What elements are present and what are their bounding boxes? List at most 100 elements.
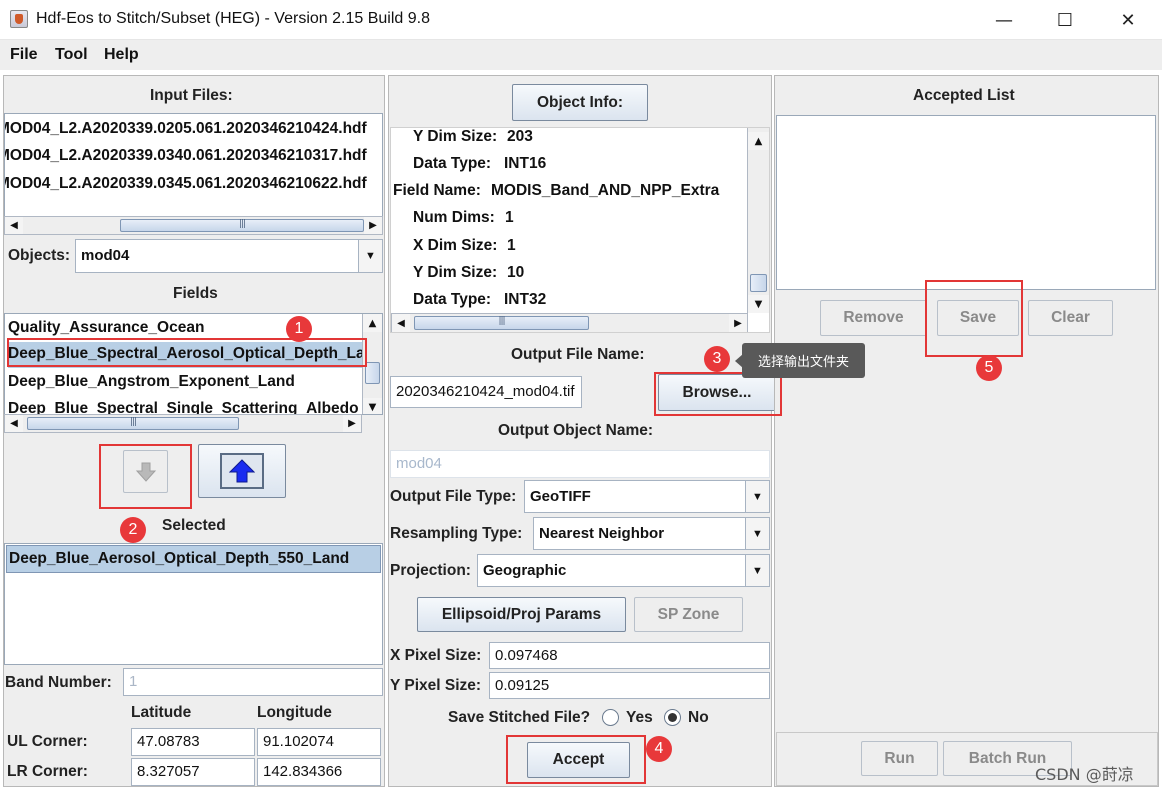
minimize-button[interactable]: — [976, 0, 1032, 40]
info-data-type2-value: INT32 [504, 291, 547, 308]
remove-button[interactable]: Remove [820, 300, 927, 336]
info-x-dim-value: 1 [507, 237, 516, 254]
clear-button[interactable]: Clear [1028, 300, 1113, 336]
objects-value: mod04 [81, 247, 130, 264]
info-data-type2-label: Data Type: [413, 291, 492, 308]
scroll-left-icon[interactable]: ◀ [5, 217, 23, 234]
output-file-name-field[interactable]: 2020346210424_mod04.tif [390, 376, 582, 408]
projection-combobox[interactable]: Geographic ▼ [477, 554, 770, 587]
close-button[interactable]: ✕ [1100, 0, 1156, 40]
objects-combobox[interactable]: mod04 ▼ [75, 239, 383, 273]
ul-latitude-field[interactable]: 47.08783 [131, 728, 255, 756]
scroll-up-icon[interactable]: ▲ [363, 314, 382, 332]
list-item[interactable]: MOD04_L2.A2020339.0205.061.2020346210424… [5, 120, 367, 138]
browse-tooltip: 选择输出文件夹 [742, 343, 865, 378]
chevron-down-icon[interactable]: ▼ [745, 518, 769, 549]
annotation-box-3 [654, 372, 782, 416]
object-info-button[interactable]: Object Info: [512, 84, 648, 121]
band-number-label: Band Number: [5, 674, 112, 691]
accepted-list-label: Accepted List [913, 87, 1015, 104]
watermark: CSDN @莳凉 [1035, 765, 1134, 784]
scroll-thumb[interactable] [120, 219, 364, 232]
info-num-dims-value: 1 [505, 209, 514, 226]
band-number-field[interactable]: 1 [123, 668, 383, 696]
input-files-label: Input Files: [150, 87, 233, 104]
input-files-hscrollbar[interactable]: ◀ ▶ [4, 216, 383, 235]
chevron-down-icon[interactable]: ▼ [745, 555, 769, 586]
annotation-number-3: 3 [704, 346, 730, 372]
y-pixel-size-field[interactable]: 0.09125 [489, 672, 770, 699]
annotation-number-4: 4 [646, 736, 672, 762]
latitude-label: Latitude [131, 704, 192, 721]
annotation-number-2: 2 [120, 517, 146, 543]
list-item-selected[interactable]: Deep_Blue_Aerosol_Optical_Depth_550_Land [6, 545, 381, 573]
lr-corner-label: LR Corner: [7, 763, 88, 780]
output-file-name-label: Output File Name: [511, 346, 645, 363]
info-field-name-value: MODIS_Band_AND_NPP_Extra [491, 182, 720, 199]
annotation-box-5 [925, 280, 1023, 357]
fields-hscrollbar[interactable]: ◀ ▶ [4, 414, 362, 433]
selected-label: Selected [162, 517, 226, 534]
objects-label: Objects: [8, 247, 71, 264]
y-pixel-size-label: Y Pixel Size: [390, 677, 482, 694]
scroll-down-icon[interactable]: ▼ [748, 295, 769, 313]
run-button[interactable]: Run [861, 741, 938, 776]
java-app-icon [10, 10, 28, 28]
move-up-button[interactable] [198, 444, 286, 498]
input-files-list[interactable]: MOD04_L2.A2020339.0205.061.2020346210424… [4, 113, 383, 217]
accepted-list[interactable] [776, 115, 1156, 290]
x-pixel-size-field[interactable]: 0.097468 [489, 642, 770, 669]
sp-zone-button[interactable]: SP Zone [634, 597, 743, 632]
resampling-type-value: Nearest Neighbor [539, 525, 665, 542]
lr-latitude-field[interactable]: 8.327057 [131, 758, 255, 786]
chevron-down-icon[interactable]: ▼ [745, 481, 769, 512]
list-item[interactable]: MOD04_L2.A2020339.0345.061.2020346210622… [5, 175, 367, 193]
menu-help[interactable]: Help [104, 46, 139, 64]
scroll-right-icon[interactable]: ▶ [729, 314, 747, 332]
info-num-dims-label: Num Dims: [413, 209, 495, 226]
list-item[interactable]: Deep_Blue_Angstrom_Exponent_Land [8, 373, 363, 391]
window-title: Hdf-Eos to Stitch/Subset (HEG) - Version… [36, 10, 430, 27]
scroll-up-icon[interactable]: ▲ [748, 132, 769, 150]
scroll-down-icon[interactable]: ▼ [363, 398, 382, 414]
scroll-thumb[interactable] [414, 316, 589, 330]
output-file-type-combobox[interactable]: GeoTIFF ▼ [524, 480, 770, 513]
ellipsoid-proj-params-button[interactable]: Ellipsoid/Proj Params [417, 597, 626, 632]
move-up-inner [220, 453, 264, 489]
info-field-name-label: Field Name: [393, 182, 481, 199]
radio-dot [668, 713, 677, 722]
scroll-thumb[interactable] [27, 417, 239, 430]
output-file-type-value: GeoTIFF [530, 488, 591, 505]
no-radio-selected[interactable] [664, 709, 681, 726]
title-bar: Hdf-Eos to Stitch/Subset (HEG) - Version… [0, 0, 1162, 40]
scroll-thumb[interactable] [750, 274, 767, 292]
annotation-box-2 [99, 444, 192, 509]
info-y-dim2-value: 10 [507, 264, 525, 281]
object-info-textarea[interactable]: Y Dim Size: 203 Data Type: INT16 Field N… [390, 127, 770, 333]
scroll-thumb[interactable] [365, 362, 380, 384]
yes-radio[interactable] [602, 709, 619, 726]
scroll-right-icon[interactable]: ▶ [364, 217, 382, 234]
object-info-vscrollbar[interactable]: ▲ ▼ [747, 128, 769, 313]
yes-label: Yes [626, 709, 653, 726]
menu-tool[interactable]: Tool [55, 46, 88, 64]
info-data-type-value: INT16 [504, 155, 547, 172]
selected-list[interactable]: Deep_Blue_Aerosol_Optical_Depth_550_Land [4, 543, 383, 665]
scroll-left-icon[interactable]: ◀ [5, 415, 23, 432]
maximize-button[interactable]: ☐ [1037, 0, 1093, 40]
menu-file[interactable]: File [10, 46, 38, 64]
longitude-label: Longitude [257, 704, 332, 721]
list-item[interactable]: MOD04_L2.A2020339.0340.061.2020346210317… [5, 147, 367, 165]
resampling-type-combobox[interactable]: Nearest Neighbor ▼ [533, 517, 770, 550]
list-item[interactable]: Deep_Blue_Spectral_Single_Scattering_Alb… [8, 400, 363, 414]
annotation-box-4 [506, 735, 646, 784]
ul-longitude-field[interactable]: 91.102074 [257, 728, 381, 756]
info-y-dim2-label: Y Dim Size: [413, 264, 498, 281]
object-info-hscrollbar[interactable]: ◀ ▶ [391, 313, 748, 332]
lr-longitude-field[interactable]: 142.834366 [257, 758, 381, 786]
info-y-dim-value: 203 [507, 128, 533, 145]
chevron-down-icon[interactable]: ▼ [358, 240, 382, 272]
scroll-left-icon[interactable]: ◀ [392, 314, 410, 332]
output-object-name-field[interactable]: mod04 [390, 450, 770, 478]
scroll-right-icon[interactable]: ▶ [343, 415, 361, 432]
